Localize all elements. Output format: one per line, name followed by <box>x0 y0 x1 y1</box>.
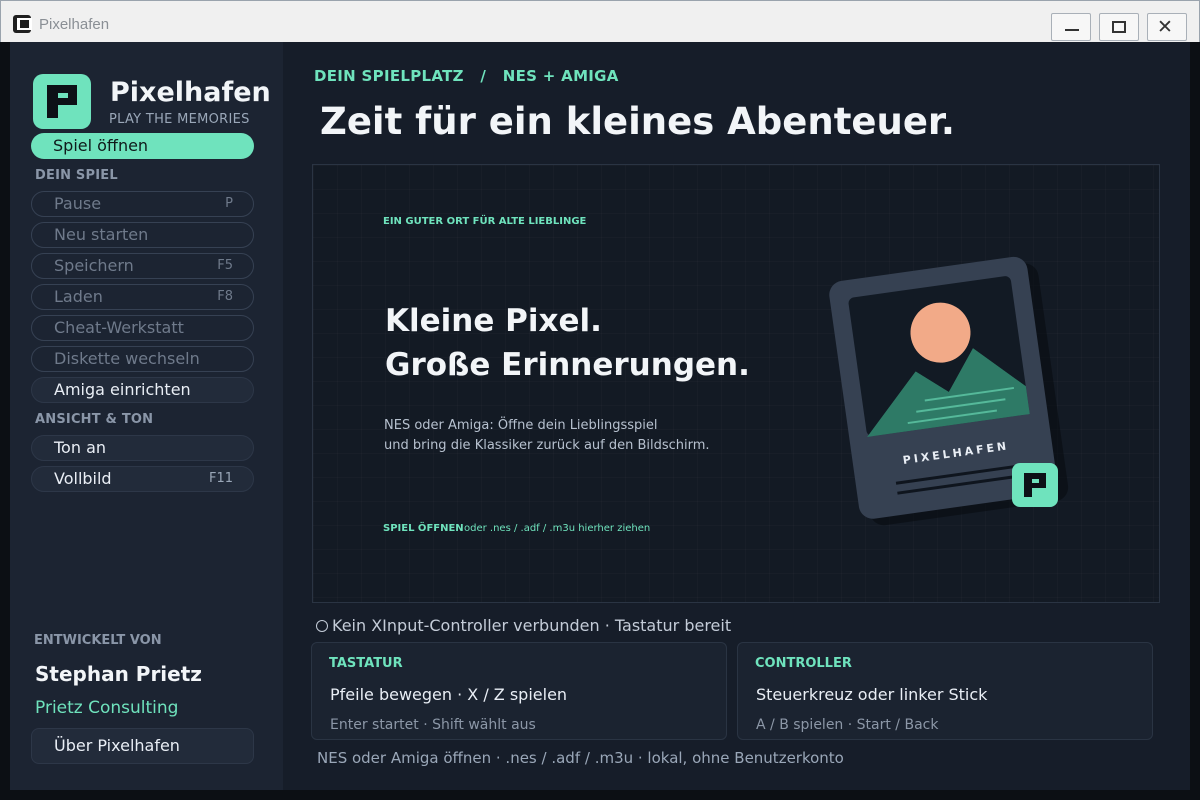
save-button[interactable]: Speichern F5 <box>31 253 254 279</box>
close-icon: ✕ <box>1157 16 1173 38</box>
close-button[interactable]: ✕ <box>1147 13 1187 41</box>
developer-name: Stephan Prietz <box>35 662 202 686</box>
window-titlebar: Pixelhafen ✕ <box>0 0 1200 42</box>
developed-by-label: ENTWICKELT VON <box>34 633 162 648</box>
developer-company-link[interactable]: Prietz Consulting <box>35 698 178 718</box>
hero-title-line: Kleine Pixel. <box>385 303 602 339</box>
menu-label: Ton an <box>54 438 107 457</box>
minimize-icon <box>1065 29 1079 31</box>
panel-main-text: Pfeile bewegen · X / Z spielen <box>330 685 568 704</box>
status-circle-icon <box>316 620 328 632</box>
footer-info: NES oder Amiga öffnen · .nes / .adf / .m… <box>317 749 844 767</box>
shortcut-key: P <box>225 196 233 211</box>
window-title: Pixelhafen <box>39 16 110 33</box>
menu-label: Laden <box>54 287 103 306</box>
menu-label: Vollbild <box>54 469 112 488</box>
hero-text-line: NES oder Amiga: Öffne dein Lieblingsspie… <box>384 418 658 433</box>
sidebar: Pixelhafen PLAY THE MEMORIES Spiel öffne… <box>10 42 283 790</box>
maximize-button[interactable] <box>1099 13 1139 41</box>
menu-label: Neu starten <box>54 225 149 244</box>
load-button[interactable]: Laden F8 <box>31 284 254 310</box>
hero-kicker: EIN GUTER ORT FÜR ALTE LIEBLINGE <box>383 216 587 227</box>
hero-title: Kleine Pixel. Große Erinnerungen. <box>385 299 750 387</box>
sound-toggle-button[interactable]: Ton an <box>31 435 254 461</box>
amiga-setup-button[interactable]: Amiga einrichten <box>31 377 254 403</box>
brand-name: Pixelhafen <box>110 77 271 108</box>
p-glyph-icon <box>47 85 77 118</box>
breadcrumb: DEIN SPIELPLATZ / NES + AMIGA <box>314 67 619 85</box>
hero-text-line: und bring die Klassiker zurück auf den B… <box>384 438 710 453</box>
main-content: DEIN SPIELPLATZ / NES + AMIGA Zeit für e… <box>283 42 1190 790</box>
open-game-button[interactable]: Spiel öffnen <box>31 133 254 159</box>
shortcut-key: F5 <box>217 258 233 273</box>
brand-tagline: PLAY THE MEMORIES <box>109 112 250 127</box>
controller-status: Kein XInput-Controller verbunden · Tasta… <box>316 616 731 635</box>
pixelhafen-logo-icon <box>33 74 91 129</box>
hero-open-game-link[interactable]: SPIEL ÖFFNEN <box>383 523 464 534</box>
hero-title-line: Große Erinnerungen. <box>385 347 750 383</box>
shortcut-key: F8 <box>217 289 233 304</box>
keyboard-panel: TASTATUR Pfeile bewegen · X / Z spielen … <box>311 642 727 740</box>
shortcut-key: F11 <box>208 471 233 486</box>
menu-label: Pause <box>54 194 102 213</box>
game-cartridge-illustration: PIXELHAFEN <box>829 256 1069 526</box>
status-text: Kein XInput-Controller verbunden · Tasta… <box>332 616 732 635</box>
minimize-button[interactable] <box>1051 13 1091 41</box>
menu-label: Speichern <box>54 256 134 275</box>
menu-label: Amiga einrichten <box>54 380 191 399</box>
panel-title: TASTATUR <box>329 656 403 671</box>
fullscreen-button[interactable]: Vollbild F11 <box>31 466 254 492</box>
page-title: Zeit für ein kleines Abenteuer. <box>320 100 955 143</box>
change-disk-button[interactable]: Diskette wechseln <box>31 346 254 372</box>
cheat-workshop-button[interactable]: Cheat-Werkstatt <box>31 315 254 341</box>
section-game-heading: DEIN SPIEL <box>35 168 118 183</box>
panel-sub-text: Enter startet · Shift wählt aus <box>330 717 536 733</box>
panel-title: CONTROLLER <box>755 656 852 671</box>
controller-panel: CONTROLLER Steuerkreuz oder linker Stick… <box>737 642 1153 740</box>
menu-label: Cheat-Werkstatt <box>54 318 184 337</box>
restart-button[interactable]: Neu starten <box>31 222 254 248</box>
panel-main-text: Steuerkreuz oder linker Stick <box>756 685 988 704</box>
about-button[interactable]: Über Pixelhafen <box>31 728 254 764</box>
drop-hint: oder .nes / .adf / .m3u hierher ziehen <box>464 523 651 534</box>
maximize-icon <box>1112 21 1126 33</box>
section-view-heading: ANSICHT & TON <box>35 412 154 427</box>
menu-label: Diskette wechseln <box>54 349 200 368</box>
drop-zone-hero[interactable]: EIN GUTER ORT FÜR ALTE LIEBLINGE Kleine … <box>312 164 1160 603</box>
panel-sub-text: A / B spielen · Start / Back <box>756 717 939 733</box>
pause-button[interactable]: Pause P <box>31 191 254 217</box>
app-logo-icon <box>13 15 32 33</box>
hero-description: NES oder Amiga: Öffne dein Lieblingsspie… <box>384 416 710 456</box>
